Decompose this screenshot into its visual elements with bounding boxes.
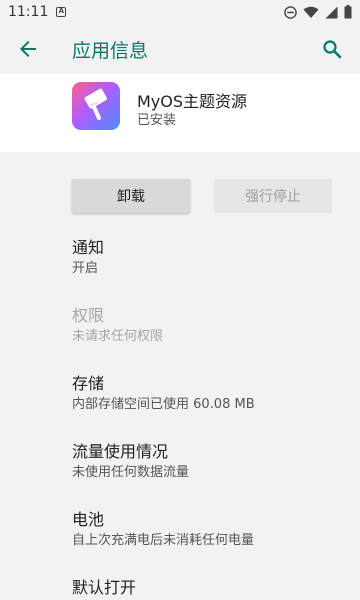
notification-icon: A [56, 7, 67, 17]
setting-battery[interactable]: 电池 自上次充满电后未消耗任何电量 [72, 510, 352, 550]
force-stop-button[interactable]: 强行停止 [214, 179, 332, 213]
setting-title: 流量使用情况 [72, 442, 169, 461]
paint-roller-icon [84, 88, 107, 120]
uninstall-button[interactable]: 卸载 [72, 179, 190, 213]
page-title: 应用信息 [72, 39, 149, 62]
app-install-status: 已安装 [137, 113, 177, 128]
status-icons [284, 5, 352, 19]
setting-summary: 内部存储空间已使用 60.08 MB [72, 397, 255, 412]
setting-data-usage[interactable]: 流量使用情况 未使用任何数据流量 [72, 442, 352, 482]
status-time: 11:11 [8, 4, 49, 20]
setting-summary: 未使用任何数据流量 [72, 465, 190, 480]
setting-title: 存储 [72, 374, 105, 393]
status-bar: 11:11 A [0, 0, 360, 24]
setting-summary: 自上次充满电后未消耗任何电量 [72, 533, 255, 548]
search-icon [323, 40, 342, 59]
search-button[interactable] [312, 24, 352, 74]
theme-app-icon [72, 82, 120, 130]
arrow-back-icon [20, 41, 36, 57]
setting-title: 通知 [72, 238, 105, 257]
setting-permissions: 权限 未请求任何权限 [72, 306, 352, 346]
setting-notifications[interactable]: 通知 开启 [72, 238, 352, 278]
setting-storage[interactable]: 存储 内部存储空间已使用 60.08 MB [72, 374, 352, 414]
setting-title: 电池 [72, 510, 105, 529]
do-not-disturb-icon [284, 5, 297, 19]
setting-summary: 开启 [72, 261, 99, 276]
battery-icon [344, 5, 352, 19]
back-button[interactable] [0, 24, 56, 74]
setting-open-by-default[interactable]: 默认打开 [72, 578, 352, 598]
app-header: MyOS主题资源 已安装 [0, 74, 360, 152]
setting-summary: 未请求任何权限 [72, 329, 164, 344]
cellular-signal-icon [325, 6, 338, 18]
setting-title: 默认打开 [72, 578, 137, 597]
wifi-icon [303, 6, 319, 18]
app-bar: 应用信息 [0, 24, 360, 74]
setting-title: 权限 [72, 306, 105, 325]
